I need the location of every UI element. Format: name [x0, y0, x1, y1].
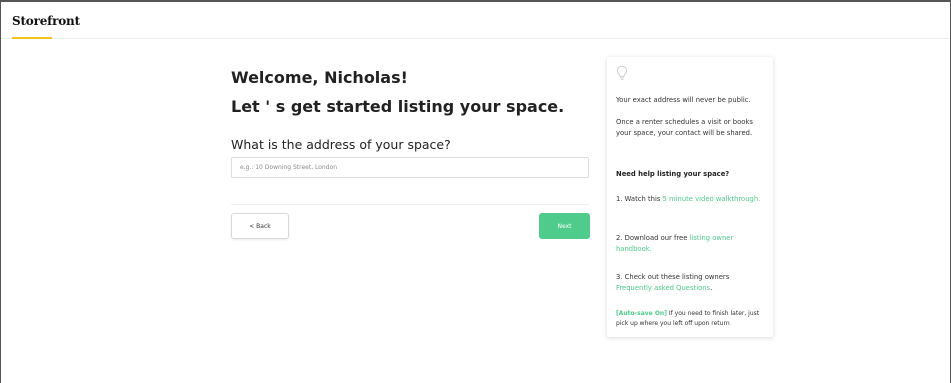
top-bar: Storefront [1, 2, 950, 39]
step1-text: 1. Watch this [616, 195, 663, 203]
help-step-2: 2. Download our free listing owner handb… [616, 233, 766, 255]
address-input[interactable] [231, 157, 589, 178]
help-heading: Need help listing your space? [616, 170, 730, 178]
app-frame: Storefront Welcome, Nicholas! Let ' s ge… [0, 0, 951, 383]
video-walkthrough-link[interactable]: 5 minute video walkthrough. [663, 195, 761, 203]
page-title: Let ' s get started listing your space. [231, 97, 565, 116]
help-step-1: 1. Watch this 5 minute video walkthrough… [616, 194, 766, 205]
logo[interactable]: Storefront [12, 14, 80, 28]
logo-underline [12, 37, 52, 39]
step3-suffix: . [710, 284, 713, 292]
autosave-badge: [Auto-save On] [616, 310, 667, 317]
divider [231, 204, 589, 205]
contact-note: Once a renter schedules a visit or books… [616, 118, 753, 137]
back-button[interactable]: < Back [231, 213, 289, 239]
address-question: What is the address of your space? [231, 137, 451, 152]
lightbulb-icon [616, 65, 628, 80]
step2-text: 2. Download our free [616, 234, 690, 242]
help-card: Your exact address will never be public.… [607, 57, 773, 337]
step3-text: 3. Check out these listing owners [616, 273, 730, 281]
welcome-heading: Welcome, Nicholas! [231, 68, 408, 87]
next-button[interactable]: Next [539, 213, 590, 239]
faq-link[interactable]: Frequently asked Questions [616, 284, 710, 292]
autosave-note: [Auto-save On] If you need to finish lat… [616, 309, 766, 329]
privacy-note: Your exact address will never be public. [616, 96, 751, 104]
help-step-3: 3. Check out these listing owners Freque… [616, 272, 766, 294]
